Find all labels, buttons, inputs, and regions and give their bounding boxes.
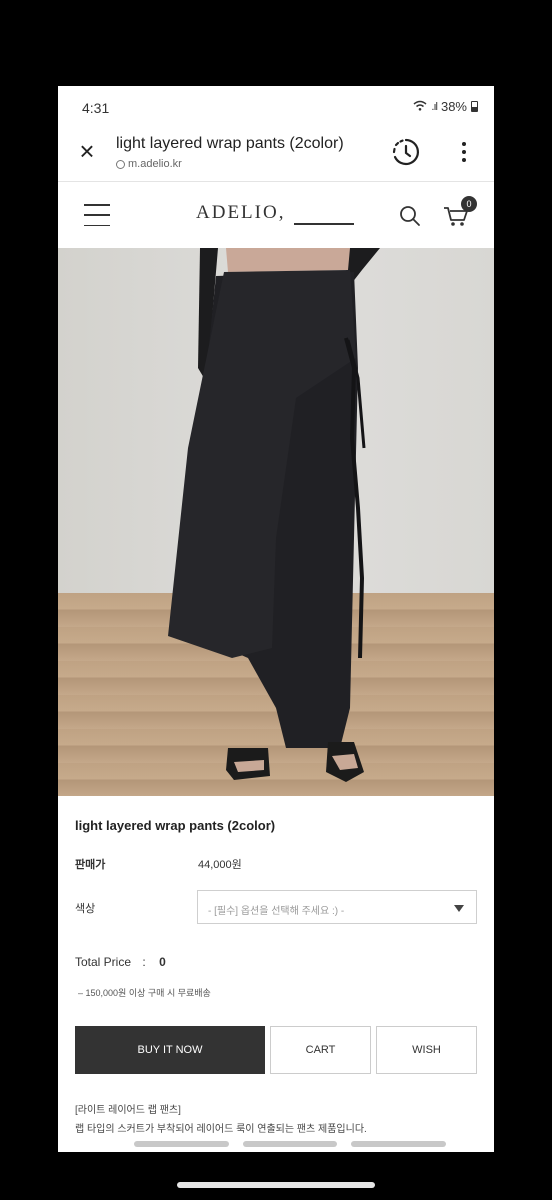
shipping-note: – 150,000원 이상 구매 시 무료배송 [78,988,211,998]
tab-hint [242,1141,338,1147]
status-bar: 4:31 .ıl 38% [58,86,494,126]
history-icon[interactable] [390,136,422,168]
close-icon[interactable]: × [76,138,98,164]
color-label: 색상 [75,903,96,915]
cart-count-badge: 0 [461,196,477,212]
product-name: light layered wrap pants (2color) [75,818,276,833]
signal-icon: .ıl [431,100,437,113]
chevron-down-icon [454,905,464,912]
site-logo[interactable]: ADELIO, [196,202,285,224]
product-image[interactable] [58,248,494,796]
battery-text: 38% [440,99,467,114]
tab-hint [134,1141,229,1147]
status-indicators: .ıl 38% [413,99,478,114]
info-icon [116,159,125,169]
total-price-value: 0 [159,955,166,969]
description-title: [라이트 레이어드 랩 팬츠] [75,1105,181,1116]
site-header: ADELIO, 0 [58,182,494,248]
pants-figure [168,248,380,782]
wifi-icon [413,99,427,114]
battery-icon [471,101,478,112]
description-body: 랩 타입의 스커트가 부착되어 레이어드 룩이 연출되는 팬츠 제품입니다. [75,1124,367,1135]
buy-now-button[interactable]: BUY IT NOW [75,1026,265,1074]
wish-button[interactable]: WISH [376,1026,477,1074]
home-indicator[interactable] [177,1182,375,1188]
more-icon[interactable] [458,140,470,164]
color-select[interactable]: - [필수] 옵션을 선택해 주세요 :) - [197,890,477,924]
bottom-tab-hints [134,1141,447,1147]
total-price-label: Total Price [75,955,132,969]
search-icon[interactable] [398,204,422,228]
browser-title: light layered wrap pants (2color) [116,135,344,152]
browser-url[interactable]: m.adelio.kr [116,158,182,170]
total-price-separator: : [142,955,146,969]
menu-icon[interactable] [84,204,110,226]
cart-button[interactable]: CART [270,1026,371,1074]
url-text: m.adelio.kr [128,158,182,170]
status-time: 4:31 [82,100,110,116]
total-price: Total Price : 0 [75,955,166,969]
price-value: 44,000원 [198,859,242,871]
color-select-placeholder: - [필수] 옵션을 선택해 주세요 :) - [208,906,345,917]
tab-hint [351,1141,447,1147]
price-label: 판매가 [75,859,106,871]
logo-underline [294,223,354,225]
browser-toolbar: × light layered wrap pants (2color) m.ad… [58,126,494,182]
phone-screen: 4:31 .ıl 38% × light layered wrap pants … [58,86,494,1152]
